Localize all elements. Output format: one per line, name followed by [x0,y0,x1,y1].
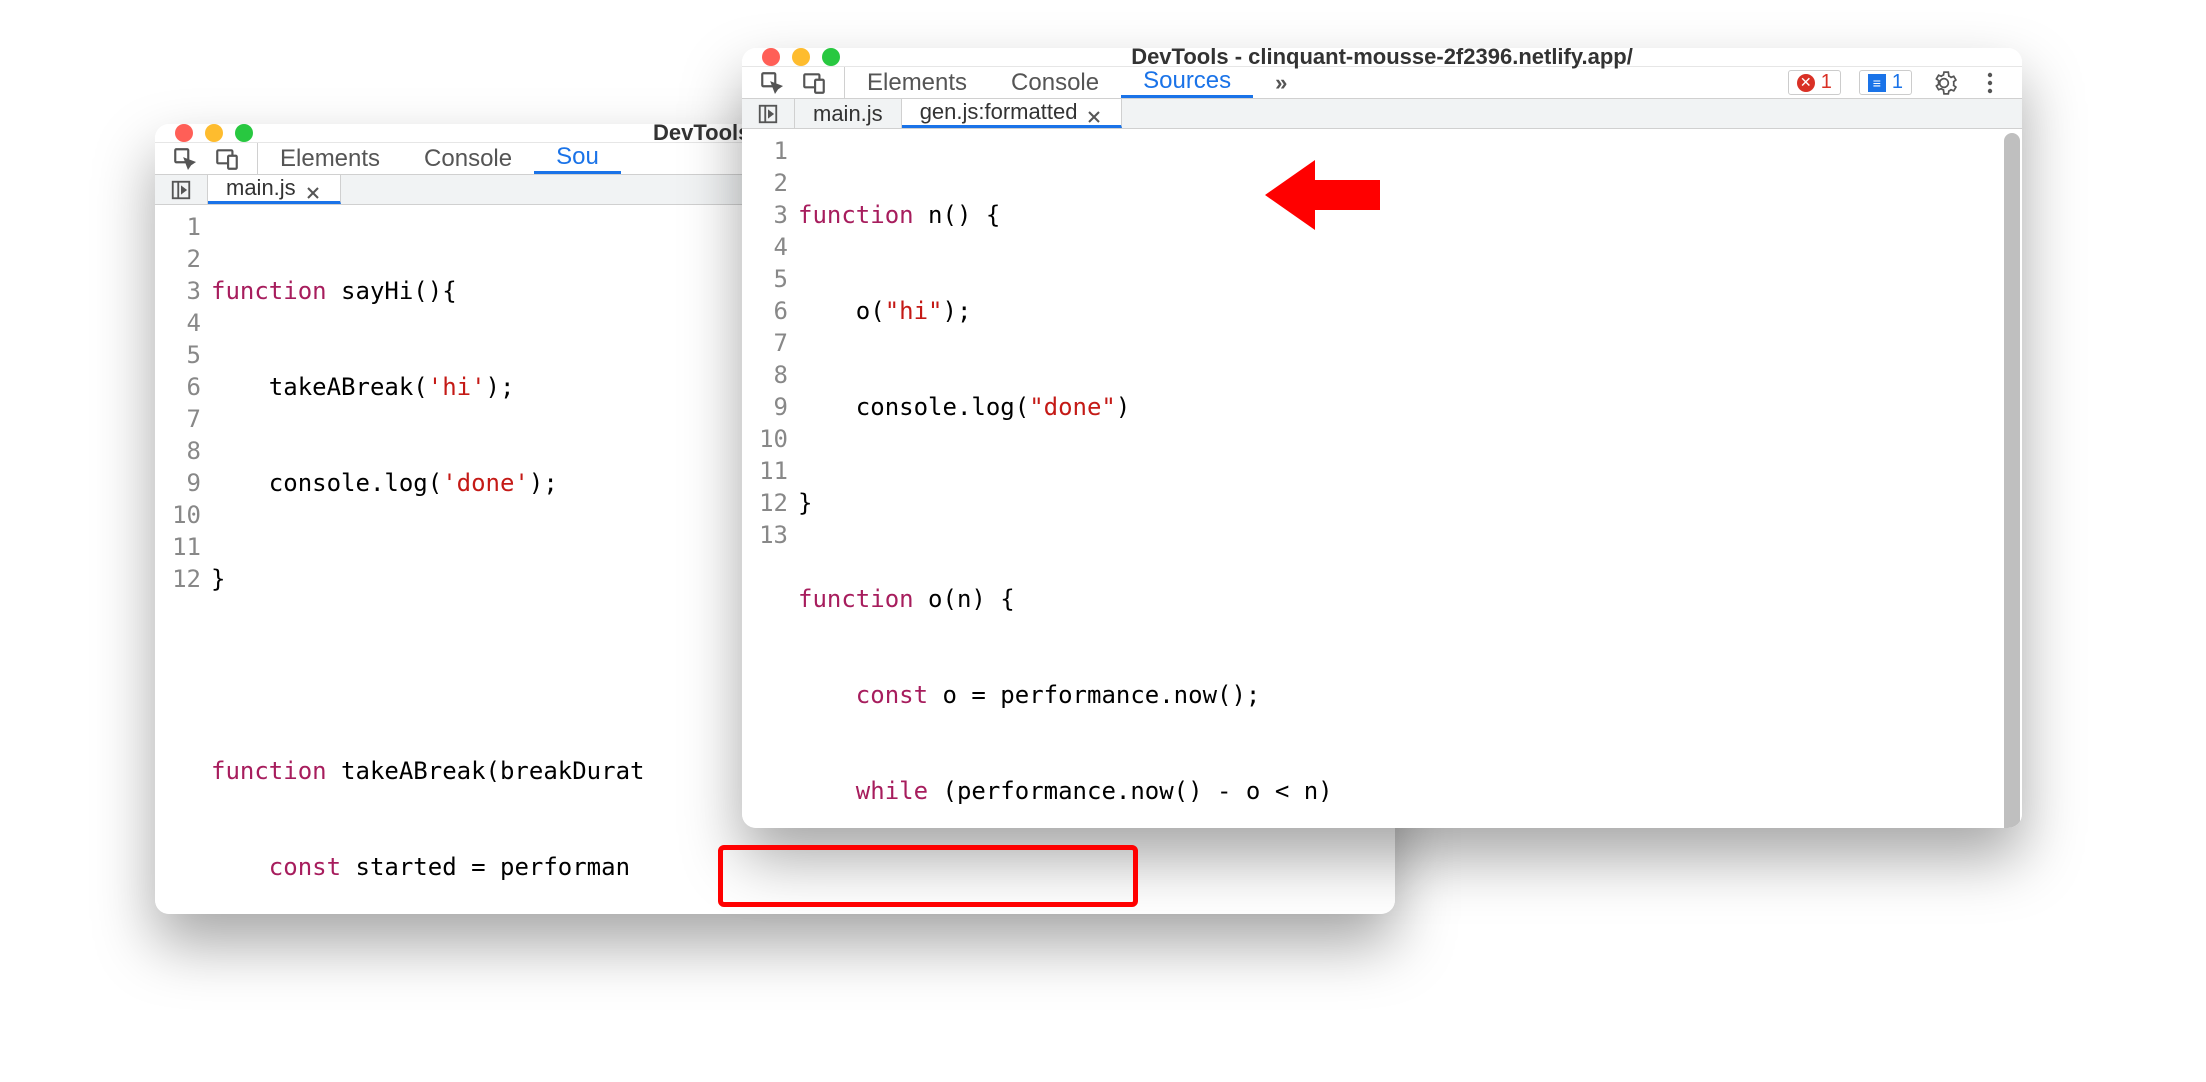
file-tab-label: main.js [813,101,883,127]
tab-sources[interactable]: Sou [534,143,621,174]
tab-elements[interactable]: Elements [258,143,402,174]
tab-elements[interactable]: Elements [845,67,989,98]
tab-console[interactable]: Console [989,67,1121,98]
window-title: DevTools - clinquant-mousse-2f2396.netli… [742,48,2022,70]
issues-icon: ≡ [1868,74,1886,92]
code-content[interactable]: function n() { o("hi"); console.log("don… [798,129,2022,828]
device-toolbar-icon[interactable] [800,69,828,97]
device-toolbar-icon[interactable] [213,145,241,173]
file-tab-label: main.js [226,175,296,201]
issues-count-badge[interactable]: ≡ 1 [1859,70,1912,95]
file-tab-gen-js-formatted[interactable]: gen.js:formatted [902,99,1123,128]
file-tab-main-js[interactable]: main.js [795,99,902,128]
devtools-window-front: DevTools - clinquant-mousse-2f2396.netli… [742,48,2022,828]
file-tab-label: gen.js:formatted [920,99,1078,125]
kebab-menu-icon[interactable] [1976,69,2004,97]
tab-console[interactable]: Console [402,143,534,174]
close-tab-icon[interactable] [1087,104,1103,120]
more-tabs-icon[interactable]: » [1253,67,1309,98]
titlebar[interactable]: DevTools - clinquant-mousse-2f2396.netli… [742,48,2022,67]
vertical-scrollbar[interactable] [2004,133,2020,828]
file-tab-bar: main.js gen.js:formatted [742,99,2022,129]
code-editor[interactable]: 1 2 3 4 5 6 7 8 9 10 11 12 13 function n… [742,129,2022,828]
settings-gear-icon[interactable] [1930,69,1958,97]
file-tab-main-js[interactable]: main.js [208,175,341,204]
line-gutter: 1 2 3 4 5 6 7 8 9 10 11 12 [155,205,211,914]
tab-sources[interactable]: Sources [1121,67,1253,98]
line-gutter: 1 2 3 4 5 6 7 8 9 10 11 12 13 [742,129,798,828]
inspect-element-icon[interactable] [758,69,786,97]
navigator-toggle-icon[interactable] [167,176,195,204]
navigator-toggle-icon[interactable] [754,100,782,128]
inspect-element-icon[interactable] [171,145,199,173]
error-count-badge[interactable]: ✕ 1 [1788,70,1841,95]
devtools-toolbar: Elements Console Sources » ✕ 1 ≡ 1 [742,67,2022,99]
close-tab-icon[interactable] [306,180,322,196]
error-icon: ✕ [1797,74,1815,92]
